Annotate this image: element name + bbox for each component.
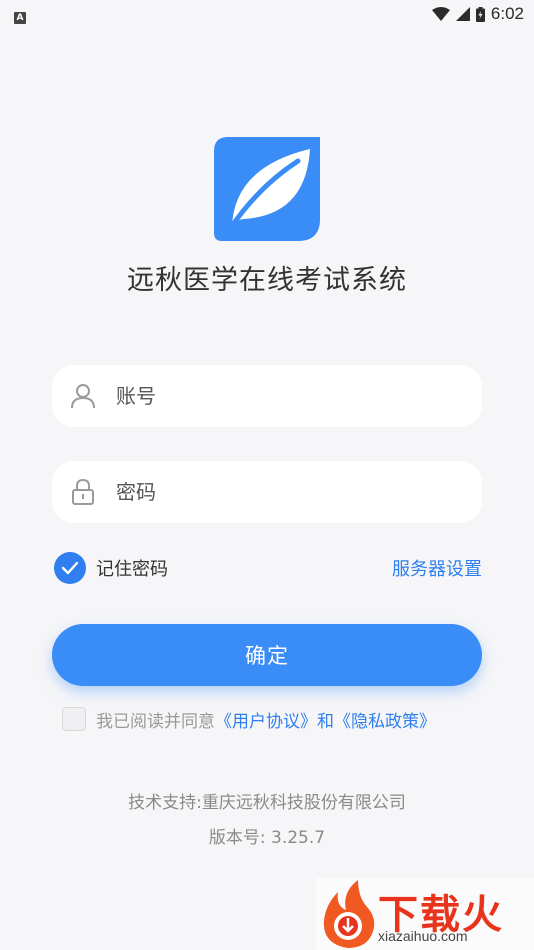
remember-row: 记住密码 服务器设置 [54,551,484,585]
account-field[interactable] [52,365,482,427]
password-input[interactable] [114,479,438,505]
login-screen: A 6:02 远秋医学在线考试系统 账号 记住密码 服务器设置 确定 我已阅读并… [0,0,534,950]
password-field[interactable] [52,461,482,523]
status-bar: A 6:02 [0,0,534,28]
checkmark-icon[interactable] [54,552,86,584]
signal-icon [455,7,470,21]
lock-icon [70,479,96,505]
confirm-button[interactable]: 确定 [52,624,482,686]
clock-time: 6:02 [490,4,524,23]
notification-a-icon: A [14,11,26,24]
version-text: 版本号: 3.25.7 [208,828,326,848]
privacy-policy-link[interactable]: 《隐私政策》 [334,707,436,732]
agreement-prefix: 我已阅读并同意 [96,711,215,732]
status-right: 6:02 [431,4,524,24]
agreement-conjunction: 和 [317,711,334,732]
watermark: 下载火 xiazaihuo.com [316,878,534,950]
account-input[interactable] [114,383,438,409]
leaf-logo-icon [214,137,320,241]
user-icon [70,383,96,409]
user-agreement-link[interactable]: 《用户协议》 [215,707,317,732]
agreement-row: 我已阅读并同意 《用户协议》 和 《隐私政策》 [62,705,436,733]
agreement-checkbox[interactable] [62,707,86,731]
remember-password-toggle[interactable]: 记住密码 [54,552,168,584]
remember-password-label[interactable]: 记住密码 [96,555,168,581]
server-settings-link[interactable]: 服务器设置 [392,555,482,581]
wifi-icon [431,7,450,21]
battery-icon [475,6,485,22]
app-title: 远秋医学在线考试系统 [127,265,407,296]
tech-support-text: 技术支持:重庆远秋科技股份有限公司 [128,793,406,813]
status-left: A [14,5,26,24]
flame-logo-icon [323,880,375,948]
watermark-url: xiazaihuo.com [378,928,468,944]
